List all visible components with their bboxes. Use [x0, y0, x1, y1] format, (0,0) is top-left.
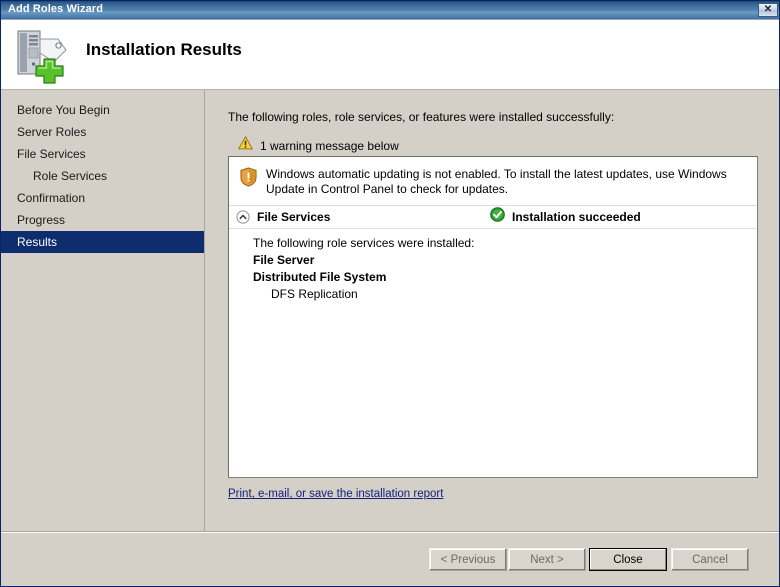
add-roles-wizard-window: Add Roles Wizard ✕ Installation Results …	[0, 0, 780, 587]
sidebar-item-before-you-begin[interactable]: Before You Begin	[1, 99, 204, 121]
notice-text: Windows automatic updating is not enable…	[266, 167, 727, 196]
header-banner: Installation Results	[1, 20, 779, 90]
results-list-panel[interactable]: Windows automatic updating is not enable…	[228, 156, 758, 478]
wizard-steps-sidebar: Before You Begin Server Roles File Servi…	[1, 90, 205, 586]
group-body-line: The following role services were install…	[253, 236, 475, 250]
close-icon: ✕	[763, 4, 773, 15]
page-title: Installation Results	[86, 40, 242, 60]
footer-separator	[1, 531, 779, 532]
group-body: The following role services were install…	[229, 229, 757, 303]
warning-summary-text: 1 warning message below	[260, 138, 399, 153]
sidebar-item-file-services[interactable]: File Services	[1, 143, 204, 165]
sidebar-item-role-services[interactable]: Role Services	[1, 165, 204, 187]
sidebar-item-confirmation[interactable]: Confirmation	[1, 187, 204, 209]
chevron-up-circle-icon[interactable]	[236, 210, 250, 224]
sidebar-item-progress[interactable]: Progress	[1, 209, 204, 231]
close-button[interactable]: ✕	[758, 3, 778, 17]
success-check-icon	[490, 207, 505, 227]
group-status: Installation succeeded	[490, 207, 641, 227]
window-title: Add Roles Wizard	[8, 3, 104, 15]
cancel-button[interactable]: Cancel	[671, 548, 749, 571]
group-title: File Services	[257, 210, 331, 224]
group-body-line: File Server	[253, 253, 315, 267]
server-add-icon	[14, 26, 74, 84]
group-body-line: DFS Replication	[271, 287, 358, 301]
warning-summary-row: 1 warning message below	[237, 135, 399, 155]
sidebar-item-results[interactable]: Results	[1, 231, 204, 253]
shield-warning-icon	[240, 167, 257, 192]
close-wizard-button[interactable]: Close	[589, 548, 667, 571]
group-header-file-services: File Services Installation succeeded	[229, 205, 757, 229]
previous-button[interactable]: < Previous	[429, 548, 507, 571]
title-bar: Add Roles Wizard ✕	[1, 1, 779, 20]
notice-row: Windows automatic updating is not enable…	[229, 157, 757, 205]
footer-button-bar: < Previous Next > Close Cancel	[1, 531, 779, 586]
warning-triangle-icon	[237, 135, 254, 155]
print-save-report-link[interactable]: Print, e-mail, or save the installation …	[228, 488, 443, 500]
next-button[interactable]: Next >	[508, 548, 586, 571]
content-panel: The following roles, role services, or f…	[206, 90, 779, 532]
sidebar-item-server-roles[interactable]: Server Roles	[1, 121, 204, 143]
group-status-text: Installation succeeded	[512, 210, 641, 224]
group-body-line: Distributed File System	[253, 270, 387, 284]
intro-text: The following roles, role services, or f…	[228, 110, 615, 124]
